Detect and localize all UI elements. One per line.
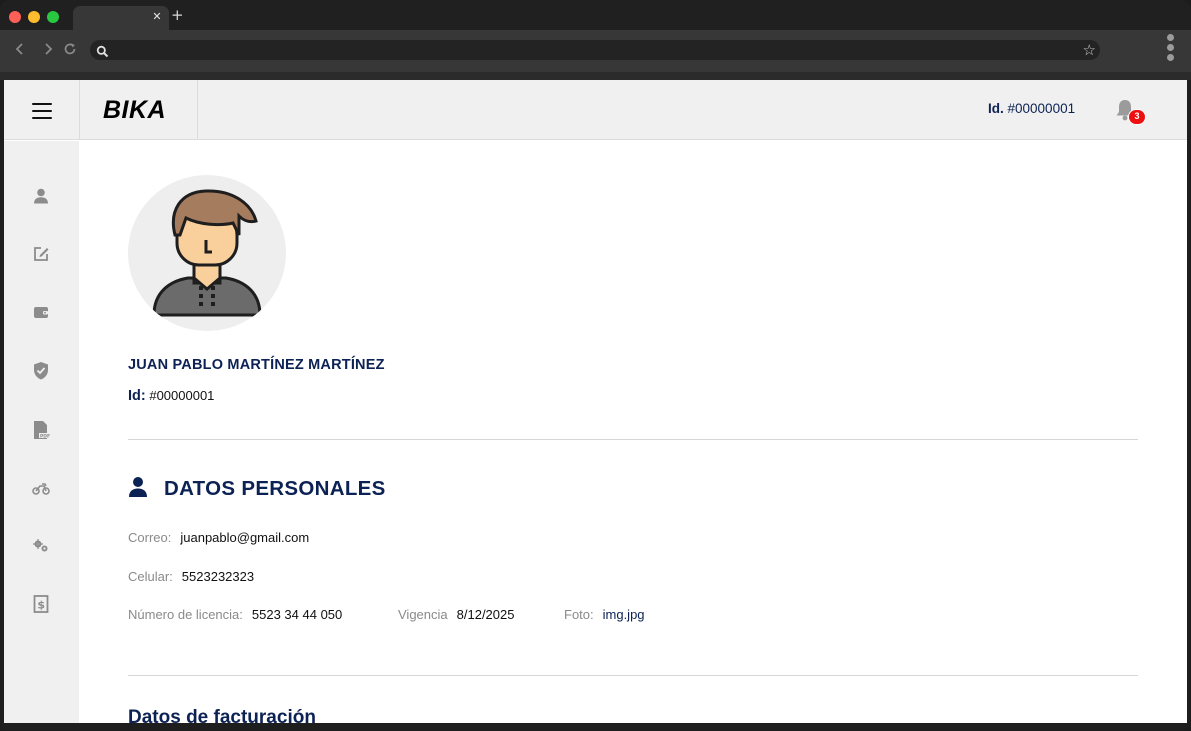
app-logo: BIKA (103, 96, 167, 124)
shield-icon[interactable] (32, 361, 50, 380)
header-user-id: Id. #00000001 (988, 101, 1076, 116)
maximize-window-button[interactable] (47, 11, 59, 23)
license-expiry-field: Vigencia 8/12/2025 (398, 607, 515, 622)
bookmark-star-icon[interactable]: ☆ (1083, 41, 1096, 59)
divider (128, 439, 1138, 440)
sidebar: PDF $ (4, 141, 79, 723)
forward-icon[interactable] (40, 42, 56, 60)
divider (128, 675, 1138, 676)
browser-tab[interactable]: ✕ (73, 6, 169, 30)
back-icon[interactable] (12, 42, 28, 60)
edit-icon[interactable] (32, 245, 50, 263)
personal-data-title: DATOS PERSONALES (164, 477, 386, 500)
personal-data-heading: DATOS PERSONALES (128, 476, 386, 502)
app-header: BIKA Id. #00000001 3 (4, 80, 1187, 140)
photo-field: Foto: img.jpg (564, 607, 645, 622)
gears-icon[interactable] (32, 537, 50, 555)
close-window-button[interactable] (9, 11, 21, 23)
motorcycle-icon[interactable] (32, 479, 50, 497)
money-icon[interactable]: $ (32, 594, 50, 613)
new-tab-icon[interactable]: + (171, 7, 184, 23)
email-field: Correo: juanpablo@gmail.com (128, 530, 310, 545)
license-number-field: Número de licencia: 5523 34 44 050 (128, 607, 343, 622)
user-id: Id: #00000001 (128, 388, 215, 404)
address-bar[interactable]: ☆ (90, 40, 1100, 60)
billing-data-title: Datos de facturación (128, 707, 316, 723)
photo-link[interactable]: img.jpg (603, 607, 645, 622)
search-icon (96, 43, 109, 62)
notification-badge: 3 (1128, 109, 1146, 125)
hamburger-menu-icon[interactable] (32, 103, 52, 124)
user-icon (128, 476, 148, 502)
user-icon[interactable] (32, 187, 50, 205)
phone-field: Celular: 5523232323 (128, 569, 255, 584)
browser-window: ✕ + ☆ BIKA Id. #00000001 3 PDF $ JUAN PA… (0, 0, 1191, 731)
page-viewport: BIKA Id. #00000001 3 PDF $ JUAN PABLO MA… (4, 80, 1187, 723)
tab-bar: ✕ + (0, 0, 1191, 30)
svg-text:$: $ (37, 599, 45, 612)
pdf-icon[interactable]: PDF (32, 420, 50, 439)
browser-menu-icon[interactable] (1167, 34, 1175, 64)
user-full-name: JUAN PABLO MARTÍNEZ MARTÍNEZ (128, 357, 385, 373)
wallet-icon[interactable] (32, 303, 50, 321)
reload-icon[interactable] (62, 42, 78, 60)
close-tab-icon[interactable]: ✕ (150, 9, 164, 25)
avatar (128, 175, 286, 331)
minimize-window-button[interactable] (28, 11, 40, 23)
browser-toolbar: ☆ (0, 30, 1191, 72)
svg-text:PDF: PDF (40, 433, 50, 439)
profile-content: JUAN PABLO MARTÍNEZ MARTÍNEZ Id: #000000… (79, 141, 1187, 723)
